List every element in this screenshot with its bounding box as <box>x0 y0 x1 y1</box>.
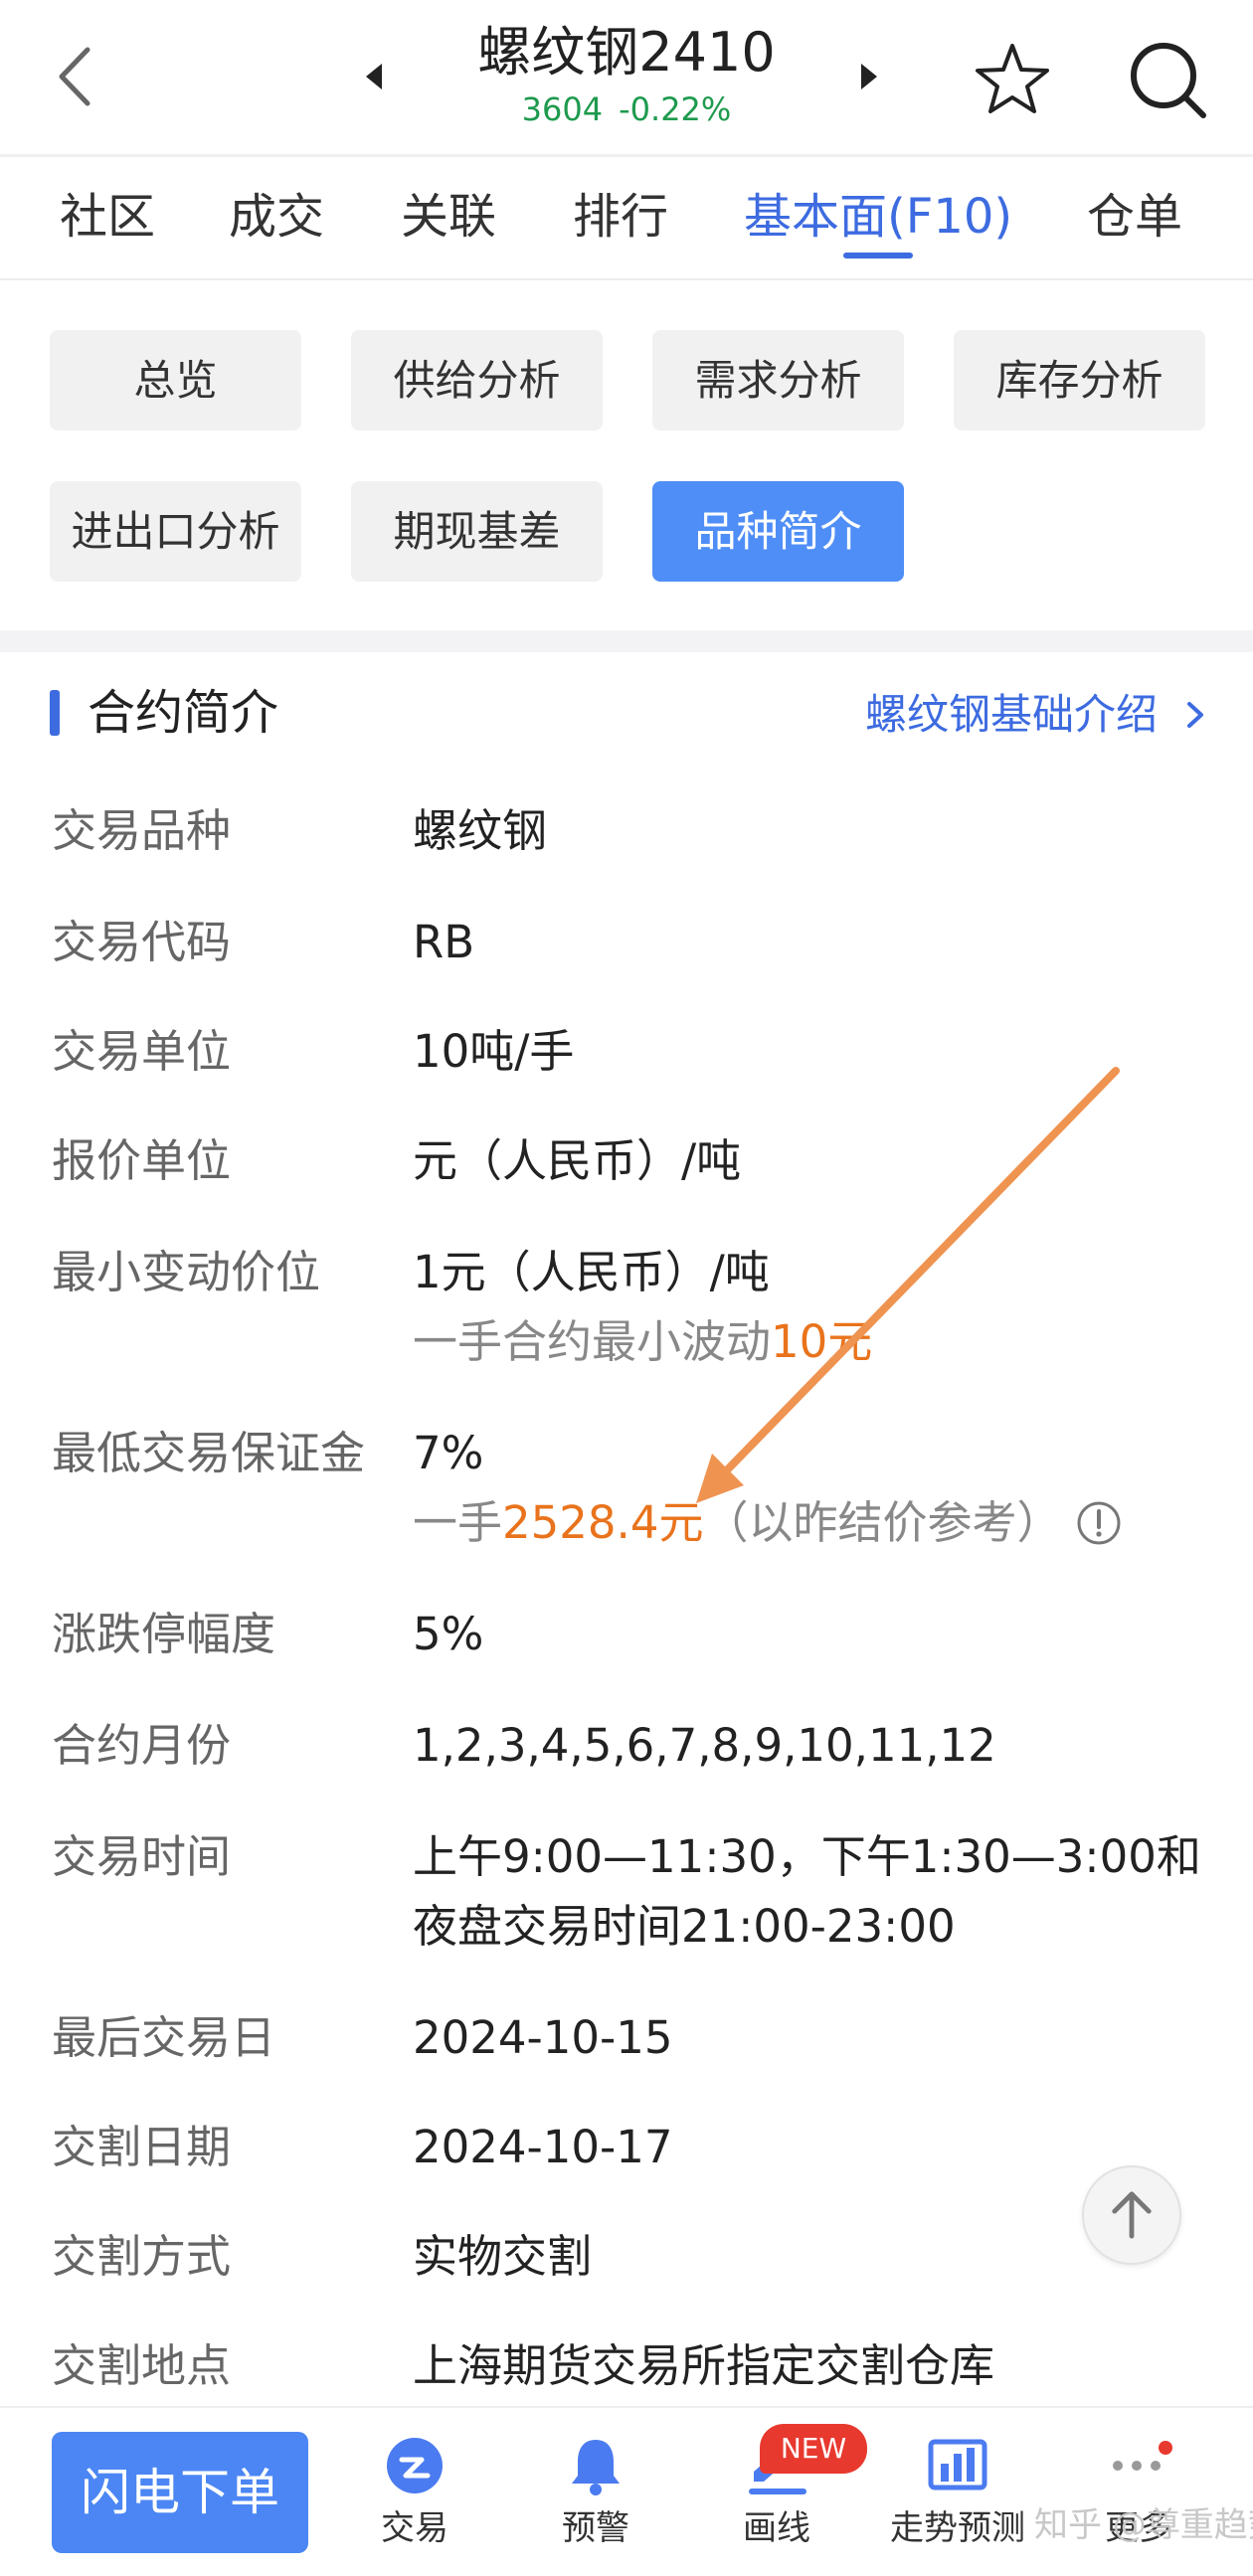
trade-icon <box>387 2438 443 2493</box>
row-label-delivery-date: 交割日期 <box>52 2121 232 2173</box>
trend-chart-icon <box>928 2439 987 2490</box>
row-label-delivery-method: 交割方式 <box>52 2230 232 2283</box>
tick-size-amount: 10元 <box>771 1315 873 1368</box>
tab-ranking[interactable]: 排行 <box>573 187 668 247</box>
watermark: 知乎 @尊重趋势 <box>1034 2505 1253 2545</box>
row-label-tick-size: 最小变动价位 <box>52 1246 321 1298</box>
flash-order-button[interactable]: 闪电下单 <box>52 2432 308 2553</box>
subtab-basis[interactable]: 期现基差 <box>351 481 603 582</box>
new-badge: NEW <box>760 2424 867 2474</box>
rebar-basics-link[interactable]: 螺纹钢基础介绍 <box>865 688 1158 742</box>
tab-warehouse-receipts[interactable]: 仓单 <box>1087 187 1182 247</box>
nav-trade[interactable]: 交易 <box>340 2434 489 2563</box>
info-icon[interactable] <box>1076 1500 1122 1546</box>
contract-title: 螺纹钢2410 <box>477 21 776 84</box>
subtab-overview[interactable]: 总览 <box>50 330 301 430</box>
more-dots-icon <box>1113 2441 1172 2471</box>
active-tab-indicator <box>843 253 913 258</box>
row-label-code: 交易代码 <box>52 916 232 968</box>
arrow-up-icon <box>1112 2191 1152 2239</box>
row-label-unit: 交易单位 <box>52 1025 232 1078</box>
subtab-demand[interactable]: 需求分析 <box>652 330 904 430</box>
nav-trend-forecast[interactable]: 走势预测 <box>883 2434 1032 2563</box>
contract-quote: 3604 -0.22% <box>428 87 825 131</box>
row-value-delivery-date: 2024-10-17 <box>413 2121 673 2173</box>
tick-size-note: 一手合约最小波动 <box>413 1315 772 1368</box>
main-tabs: 社区 成交 关联 排行 基本面(F10) 仓单 <box>0 157 1253 280</box>
row-label-limit: 涨跌停幅度 <box>52 1608 276 1660</box>
row-value-margin: 7% <box>413 1427 484 1479</box>
row-label-delivery-place: 交割地点 <box>52 2339 232 2392</box>
nav-trend-forecast-label: 走势预测 <box>890 2508 1025 2548</box>
last-price: 3604 <box>521 90 604 128</box>
row-value-unit: 10吨/手 <box>413 1025 575 1078</box>
row-value-tick-size: 1元（人民币）/吨 <box>413 1246 770 1298</box>
nav-trade-label: 交易 <box>381 2508 448 2548</box>
scroll-to-top-button[interactable] <box>1082 2165 1181 2265</box>
row-label-variety: 交易品种 <box>52 804 232 857</box>
row-value-last-trade-day: 2024-10-15 <box>413 2011 673 2064</box>
row-value-limit: 5% <box>413 1608 484 1660</box>
tab-related[interactable]: 关联 <box>401 187 496 247</box>
tab-fundamentals[interactable]: 基本面(F10) <box>744 187 1012 247</box>
row-value-night-hours: 夜盘交易时间21:00-23:00 <box>413 1900 956 1953</box>
bell-icon <box>572 2440 620 2495</box>
margin-amount: 2528.4元 <box>502 1496 704 1549</box>
sub-tabs: 总览 供给分析 需求分析 库存分析 进出口分析 期现基差 品种简介 <box>0 280 1253 630</box>
nav-draw-line-label: 画线 <box>743 2508 810 2548</box>
section-divider <box>0 630 1253 652</box>
row-label-trading-hours: 交易时间 <box>52 1830 232 1883</box>
row-sub-tick-size: 一手合约最小波动10元 <box>413 1312 872 1372</box>
row-label-quote-unit: 报价单位 <box>52 1134 232 1187</box>
tab-trades[interactable]: 成交 <box>229 187 324 247</box>
chevron-right-icon[interactable] <box>1183 698 1207 732</box>
row-value-quote-unit: 元（人民币）/吨 <box>413 1134 742 1187</box>
margin-note-suffix: （以昨结价参考） <box>703 1496 1062 1549</box>
row-label-months: 合约月份 <box>52 1719 232 1772</box>
row-value-trading-hours: 上午9:00—11:30，下午1:30—3:00和 <box>413 1830 1201 1883</box>
nav-alert-label: 预警 <box>562 2508 629 2548</box>
price-change: -0.22% <box>619 90 732 128</box>
prev-contract-icon[interactable] <box>362 62 386 91</box>
subtab-import-export[interactable]: 进出口分析 <box>50 481 301 582</box>
favorite-star-icon[interactable] <box>973 40 1052 119</box>
row-value-delivery-method: 实物交割 <box>413 2230 593 2283</box>
row-value-code: RB <box>413 916 475 968</box>
row-value-months: 1,2,3,4,5,6,7,8,9,10,11,12 <box>413 1719 996 1772</box>
nav-alert[interactable]: 预警 <box>521 2434 670 2563</box>
tab-community[interactable]: 社区 <box>60 187 155 247</box>
contract-title-block: 螺纹钢2410 3604 -0.22% <box>428 18 825 131</box>
subtab-product-intro[interactable]: 品种简介 <box>652 481 904 582</box>
subtab-inventory[interactable]: 库存分析 <box>954 330 1205 430</box>
margin-note-prefix: 一手 <box>413 1496 503 1549</box>
next-contract-icon[interactable] <box>857 62 881 91</box>
search-icon[interactable] <box>1126 38 1209 121</box>
row-value-delivery-place: 上海期货交易所指定交割仓库 <box>413 2339 995 2392</box>
top-header: 螺纹钢2410 3604 -0.22% <box>0 0 1253 157</box>
row-value-variety: 螺纹钢 <box>413 804 548 857</box>
section-marker <box>50 690 60 736</box>
row-label-margin: 最低交易保证金 <box>52 1427 366 1479</box>
row-sub-margin: 一手2528.4元（以昨结价参考） <box>413 1493 1122 1553</box>
back-arrow-icon[interactable] <box>48 42 107 111</box>
subtab-supply[interactable]: 供给分析 <box>351 330 603 430</box>
contract-intro-header: 合约简介 螺纹钢基础介绍 <box>0 652 1253 772</box>
row-label-last-trade-day: 最后交易日 <box>52 2011 276 2064</box>
bottom-action-bar: 闪电下单 交易 预警 画线 走势预测 更多 <box>0 2406 1253 2576</box>
section-title: 合约简介 <box>88 685 279 741</box>
